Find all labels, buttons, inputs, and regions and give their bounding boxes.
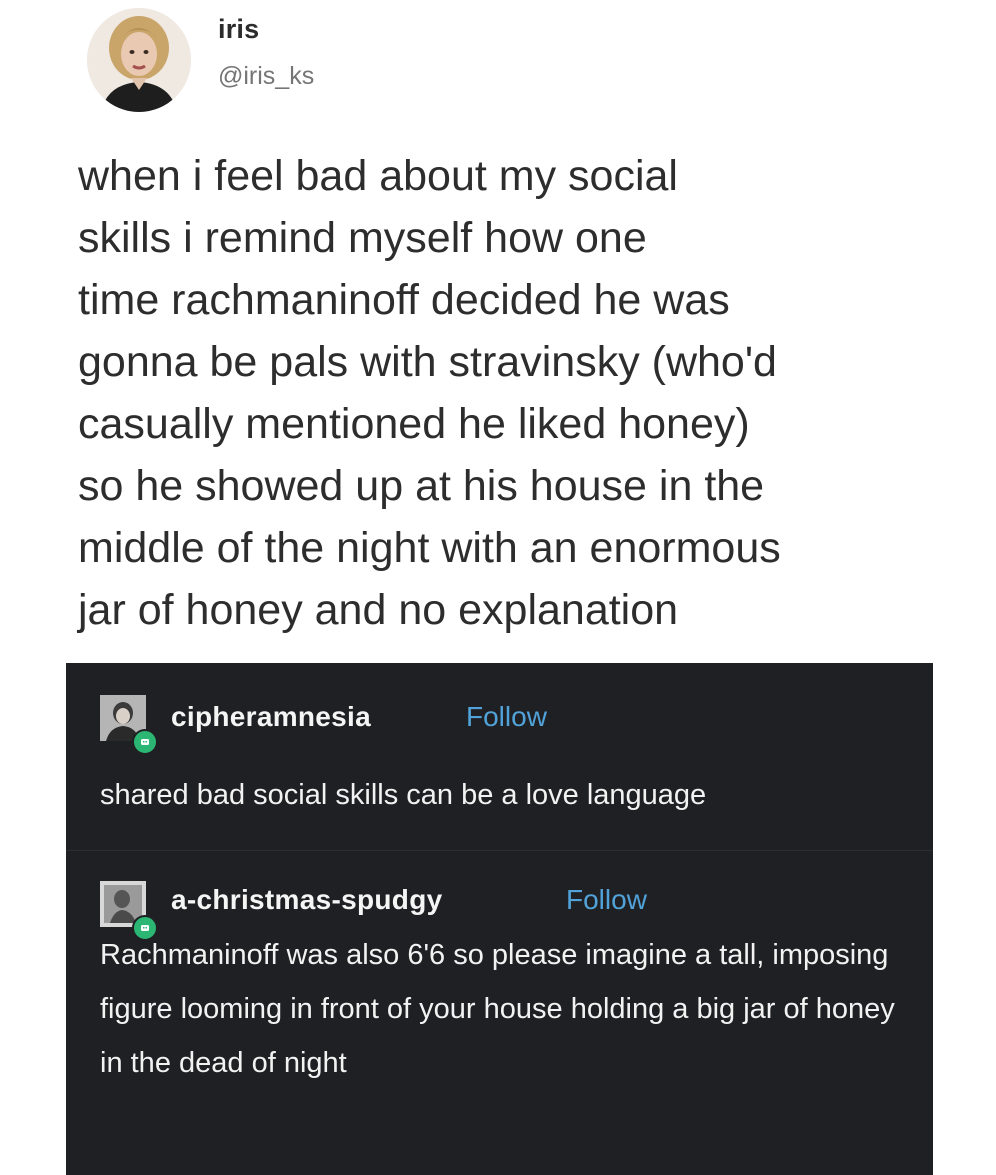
user-display-name[interactable]: iris: [218, 14, 259, 45]
reply-username[interactable]: a-christmas-spudgy: [171, 884, 442, 916]
tweet-card: iris @iris_ks when i feel bad about my s…: [0, 0, 996, 663]
badge-icon: [132, 729, 158, 755]
follow-button[interactable]: Follow: [466, 701, 547, 733]
reply-text: shared bad social skills can be a love l…: [100, 779, 707, 811]
reply-post: cipheramnesia Follow shared bad social s…: [66, 663, 933, 850]
avatar[interactable]: [100, 881, 158, 941]
avatar[interactable]: [100, 695, 158, 755]
user-handle[interactable]: @iris_ks: [218, 62, 314, 91]
follow-button[interactable]: Follow: [566, 884, 647, 916]
avatar[interactable]: [87, 8, 191, 112]
reply-username[interactable]: cipheramnesia: [171, 701, 371, 733]
avatar-portrait-icon: [87, 8, 191, 112]
reply-text: Rachmaninoff was also 6'6 so please imag…: [100, 939, 895, 1079]
tweet-text: when i feel bad about my social skills i…: [78, 152, 781, 634]
tumblr-thread: cipheramnesia Follow shared bad social s…: [66, 663, 933, 1175]
reply-post: a-christmas-spudgy Follow Rachmaninoff w…: [66, 851, 933, 1175]
